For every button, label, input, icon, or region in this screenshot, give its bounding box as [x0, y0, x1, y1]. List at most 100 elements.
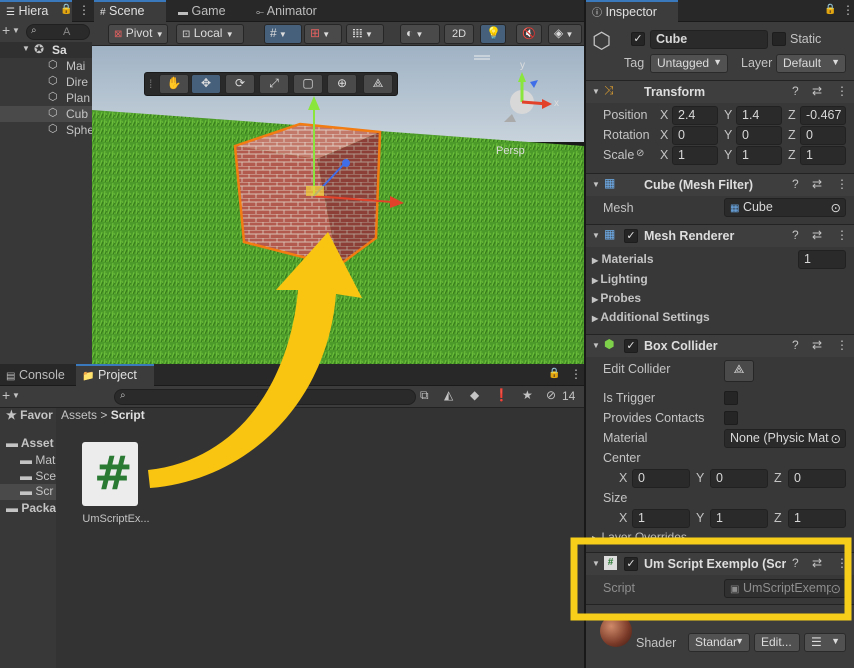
- audio-toggle-button[interactable]: 🔇: [516, 24, 542, 44]
- tree-materials[interactable]: ▬ Mat: [20, 453, 55, 467]
- more-icon[interactable]: ⋮: [836, 338, 848, 352]
- add-icon[interactable]: +: [2, 22, 10, 38]
- layer-overrides-foldout[interactable]: ▶ Layer Overrides: [592, 530, 687, 544]
- local-dropdown[interactable]: ⊡ Local ▼: [176, 24, 244, 44]
- preset-icon[interactable]: ⇄: [812, 556, 822, 570]
- shader-dropdown[interactable]: Standar ▼: [688, 633, 750, 652]
- mesh-renderer-header[interactable]: ▼ ▦ ✓ Mesh Renderer ? ⇄ ⋮: [586, 224, 854, 247]
- eye-hidden-icon[interactable]: ⊘: [546, 388, 556, 402]
- mesh-renderer-enabled-checkbox[interactable]: ✓: [624, 229, 638, 243]
- label-icon[interactable]: ◆: [470, 388, 479, 402]
- more-icon[interactable]: ⋮: [836, 556, 848, 570]
- transform-z-field[interactable]: 0: [800, 126, 846, 145]
- scene-search-icon[interactable]: ⧉: [420, 388, 429, 403]
- vertex-snap-button[interactable]: 𝍖 ▼: [346, 24, 384, 44]
- size-y-field[interactable]: 1: [710, 509, 768, 528]
- increment-snap-button[interactable]: ⊞ ▼: [304, 24, 342, 44]
- preset-icon[interactable]: ⇄: [812, 177, 822, 191]
- hierarchy-item[interactable]: ⬡ Cub: [0, 106, 92, 122]
- hierarchy-scene-row[interactable]: ▼ ✪ Sa: [0, 42, 92, 58]
- script-asset[interactable]: # UmScriptEx...: [76, 440, 156, 530]
- lighting-toggle-button[interactable]: 💡: [480, 24, 506, 44]
- more-icon[interactable]: ⋮: [836, 84, 848, 98]
- grid-snap-button[interactable]: # ▼: [264, 24, 302, 44]
- materials-foldout[interactable]: ▶ Materials: [592, 252, 654, 266]
- star-icon[interactable]: ★: [522, 388, 533, 402]
- preset-icon[interactable]: ⇄: [812, 84, 822, 98]
- breadcrumb-scripts[interactable]: Script: [111, 408, 145, 422]
- scale-tool-button[interactable]: ⤢: [259, 74, 289, 94]
- tab-scene[interactable]: # Scene: [94, 0, 166, 22]
- hierarchy-item[interactable]: ⬡ Mai: [0, 58, 92, 74]
- add-icon[interactable]: +: [2, 387, 10, 403]
- tab-project[interactable]: 📁 Project: [76, 364, 154, 386]
- tree-assets[interactable]: ▬ Asset: [6, 436, 54, 450]
- drag-handle-icon[interactable]: ⁞: [149, 77, 152, 91]
- help-icon[interactable]: ?: [792, 556, 799, 570]
- object-picker-icon[interactable]: ⊙: [831, 200, 841, 215]
- transform-tool-button[interactable]: ⊕: [327, 74, 357, 94]
- transform-y-field[interactable]: 1.4: [736, 106, 782, 125]
- transform-header[interactable]: ▼ ⤨ Transform ? ⇄ ⋮: [586, 80, 854, 103]
- transform-y-field[interactable]: 0: [736, 126, 782, 145]
- is-trigger-checkbox[interactable]: [724, 391, 738, 405]
- help-icon[interactable]: ?: [792, 338, 799, 352]
- center-z-field[interactable]: 0: [788, 469, 846, 488]
- layer-dropdown[interactable]: Default ▼: [776, 54, 846, 73]
- pivot-dropdown[interactable]: ⊠ Pivot ▼: [108, 24, 168, 44]
- mesh-renderer-foldout[interactable]: ▶ Probes: [592, 291, 641, 305]
- persp-label[interactable]: Persp: [496, 145, 525, 157]
- tree-packages[interactable]: ▬ Packa: [6, 501, 56, 515]
- effects-button[interactable]: ◈ ▼: [548, 24, 582, 44]
- script-component-header[interactable]: ▼ # ✓ Um Script Exemplo (Scr ? ⇄ ⋮: [586, 552, 854, 575]
- filter-type-icon[interactable]: ◭: [444, 388, 453, 402]
- box-collider-header[interactable]: ▼ ⬢ ✓ Box Collider ? ⇄ ⋮: [586, 334, 854, 357]
- search-input[interactable]: ⌕ A: [26, 24, 90, 40]
- shading-mode-button[interactable]: ◐ ▼: [400, 24, 440, 44]
- transform-z-field[interactable]: 1: [800, 146, 846, 165]
- transform-x-field[interactable]: 0: [672, 126, 718, 145]
- tab-inspector[interactable]: ⓘ Inspector: [586, 0, 678, 22]
- material-list-dropdown[interactable]: ☰ ▼: [804, 633, 846, 652]
- toggle-2d-button[interactable]: 2D: [444, 24, 474, 44]
- object-picker-icon[interactable]: ⊙: [830, 431, 841, 446]
- rect-tool-button[interactable]: ▢: [293, 74, 323, 94]
- chevron-down-icon[interactable]: ▼: [12, 26, 20, 35]
- constrain-proportions-icon[interactable]: ⊘: [636, 148, 644, 159]
- more-icon[interactable]: ⋮: [78, 3, 90, 17]
- transform-x-field[interactable]: 1: [672, 146, 718, 165]
- chevron-down-icon[interactable]: ▼: [12, 391, 20, 400]
- tab-console[interactable]: ▤ Console: [0, 364, 71, 386]
- tree-scripts[interactable]: ▬ Scr: [0, 484, 56, 500]
- more-icon[interactable]: ⋮: [570, 367, 582, 381]
- tree-scenes[interactable]: ▬ Sce: [20, 469, 56, 483]
- hand-tool-button[interactable]: ✋: [159, 74, 189, 94]
- lock-icon[interactable]: 🔒: [60, 4, 72, 15]
- mesh-renderer-foldout[interactable]: ▶ Additional Settings: [592, 310, 710, 324]
- transform-y-field[interactable]: 1: [736, 146, 782, 165]
- edit-shader-button[interactable]: Edit...: [754, 633, 800, 652]
- center-x-field[interactable]: 0: [632, 469, 690, 488]
- center-y-field[interactable]: 0: [710, 469, 768, 488]
- lock-icon[interactable]: 🔒: [824, 4, 836, 15]
- provides-contacts-checkbox[interactable]: [724, 411, 738, 425]
- lock-icon[interactable]: 🔒: [548, 368, 560, 379]
- mesh-field[interactable]: ▦ Cube ⊙: [724, 198, 846, 217]
- more-icon[interactable]: ⋮: [842, 3, 854, 17]
- tag-dropdown[interactable]: Untagged ▼: [650, 54, 728, 73]
- preset-icon[interactable]: ⇄: [812, 338, 822, 352]
- breadcrumb-assets[interactable]: Assets: [61, 408, 97, 422]
- physic-material-field[interactable]: None (Physic Mat ⊙: [724, 429, 846, 448]
- tree-favorites[interactable]: ★ Favor: [6, 408, 53, 422]
- static-checkbox[interactable]: [772, 32, 786, 46]
- rotate-tool-button[interactable]: ⟳: [225, 74, 255, 94]
- help-icon[interactable]: ?: [792, 228, 799, 242]
- mesh-filter-header[interactable]: ▼ ▦ Cube (Mesh Filter) ? ⇄ ⋮: [586, 173, 854, 196]
- preset-icon[interactable]: ⇄: [812, 228, 822, 242]
- custom-tool-button[interactable]: ⟁: [363, 74, 393, 94]
- edit-collider-button[interactable]: ⟁: [724, 360, 754, 382]
- help-icon[interactable]: ?: [792, 84, 799, 98]
- active-checkbox[interactable]: ✓: [631, 32, 645, 46]
- help-icon[interactable]: ?: [792, 177, 799, 191]
- hierarchy-item[interactable]: ⬡ Plan: [0, 90, 92, 106]
